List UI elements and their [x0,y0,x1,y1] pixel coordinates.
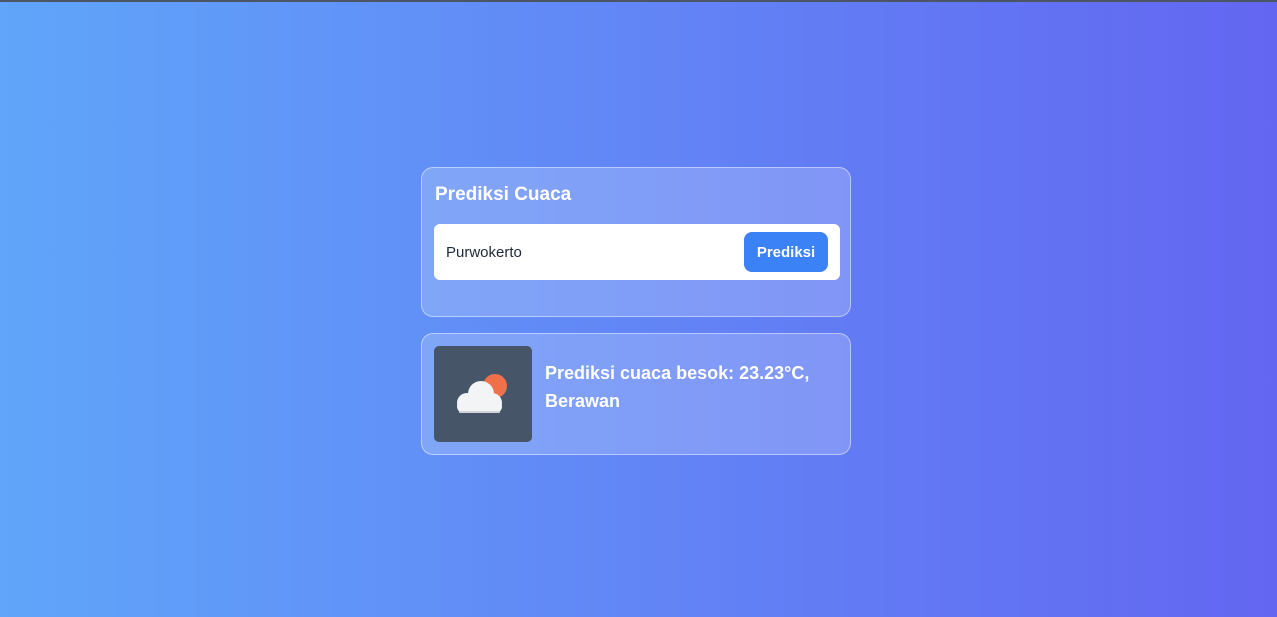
result-card: Prediksi cuaca besok: 23.23°C, Berawan [421,333,851,455]
partly-cloudy-icon [457,374,507,413]
prediction-result-text: Prediksi cuaca besok: 23.23°C, Berawan [545,363,810,411]
page-title: Prediksi Cuaca [435,184,572,205]
weather-icon-tile [434,346,532,442]
city-input[interactable] [434,224,734,280]
predict-button[interactable]: Prediksi [744,232,828,272]
prediction-form-card: Prediksi Cuaca Prediksi [421,167,851,317]
search-box: Prediksi [434,224,840,280]
window-top-border [0,0,1277,2]
